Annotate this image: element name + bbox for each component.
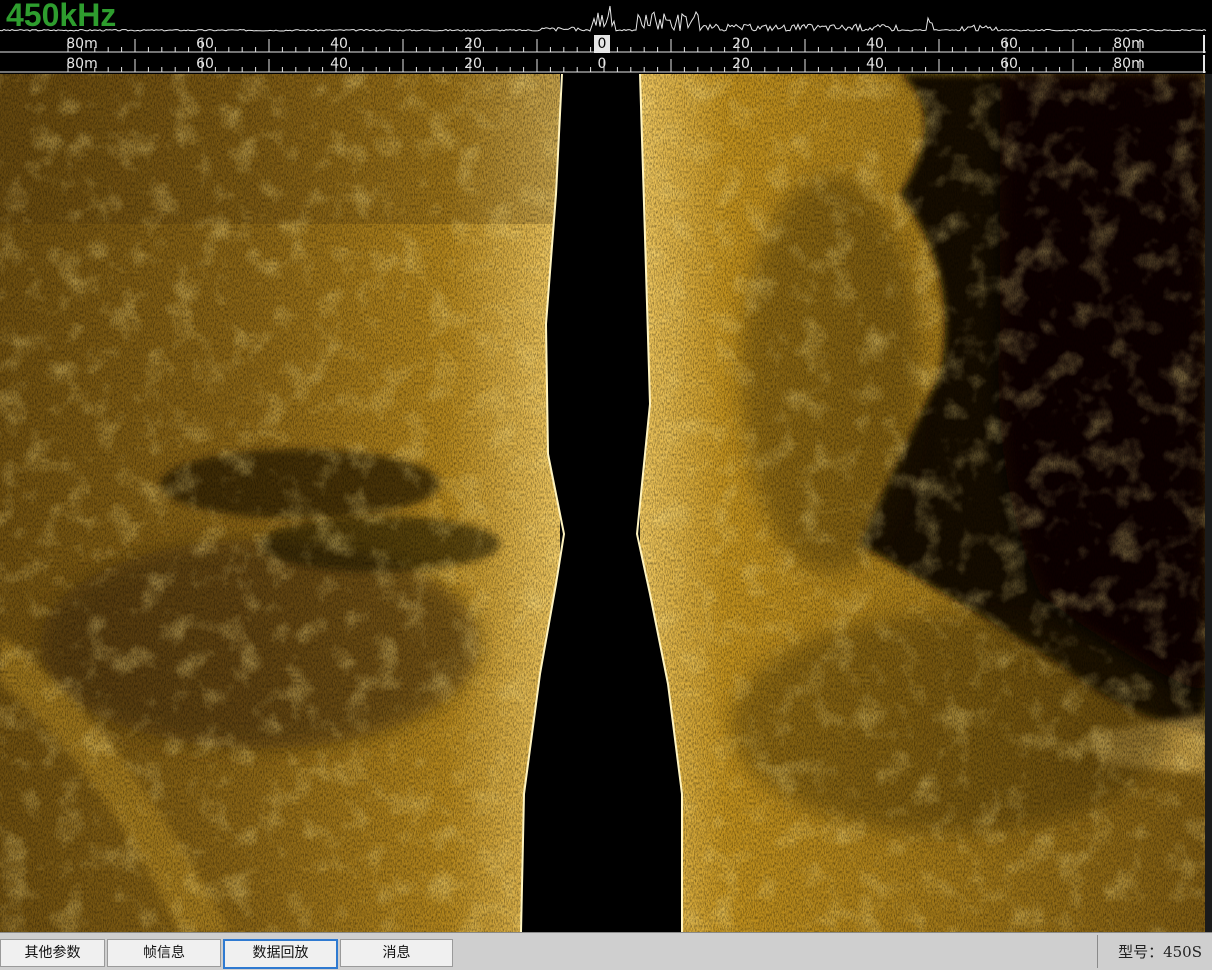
range-label-stbd-20: 20 [732,56,750,72]
range-label-port-20: 20 [464,36,482,52]
frequency-label: 450kHz [6,0,117,33]
tab-other-parameters[interactable]: 其他参数 [0,939,105,967]
tab-messages[interactable]: 消息 [340,939,453,967]
range-label-stbd-80: 80m [1113,56,1145,72]
range-ruler-top: 80m 60 40 20 0 20 40 60 80m [0,35,1212,53]
range-label-stbd-60: 60 [1000,56,1018,72]
bottom-toolbar: 其他参数 帧信息 数据回放 消息 型号：450S [0,932,1212,970]
side-scan-sonar-image[interactable] [0,74,1206,932]
range-label-port-40: 40 [330,56,348,72]
vertical-scrollbar[interactable] [1205,74,1212,932]
echo-profile-trace [0,5,1207,33]
tab-frame-info[interactable]: 帧信息 [107,939,221,967]
range-label-port-60: 60 [196,36,214,52]
range-label-stbd-40: 40 [866,56,884,72]
range-label-port-80: 80m [66,56,98,72]
range-label-port-60: 60 [196,56,214,72]
range-label-port-20: 20 [464,56,482,72]
range-label-center: 0 [597,56,607,72]
echo-profile-line [0,5,1207,33]
range-label-stbd-60: 60 [1000,36,1018,52]
range-label-stbd-80: 80m [1113,36,1145,52]
header-bar: 450kHz [0,0,1212,34]
range-label-stbd-20: 20 [732,36,750,52]
status-divider [1097,935,1098,968]
tab-data-playback[interactable]: 数据回放 [223,939,338,969]
range-label-stbd-40: 40 [866,36,884,52]
range-label-center: 0 [597,36,607,52]
range-ruler-bottom: 80m 60 40 20 0 20 40 60 80m [0,55,1212,73]
range-label-port-40: 40 [330,36,348,52]
range-label-port-80: 80m [66,36,98,52]
model-label: 型号：450S [1118,943,1202,961]
